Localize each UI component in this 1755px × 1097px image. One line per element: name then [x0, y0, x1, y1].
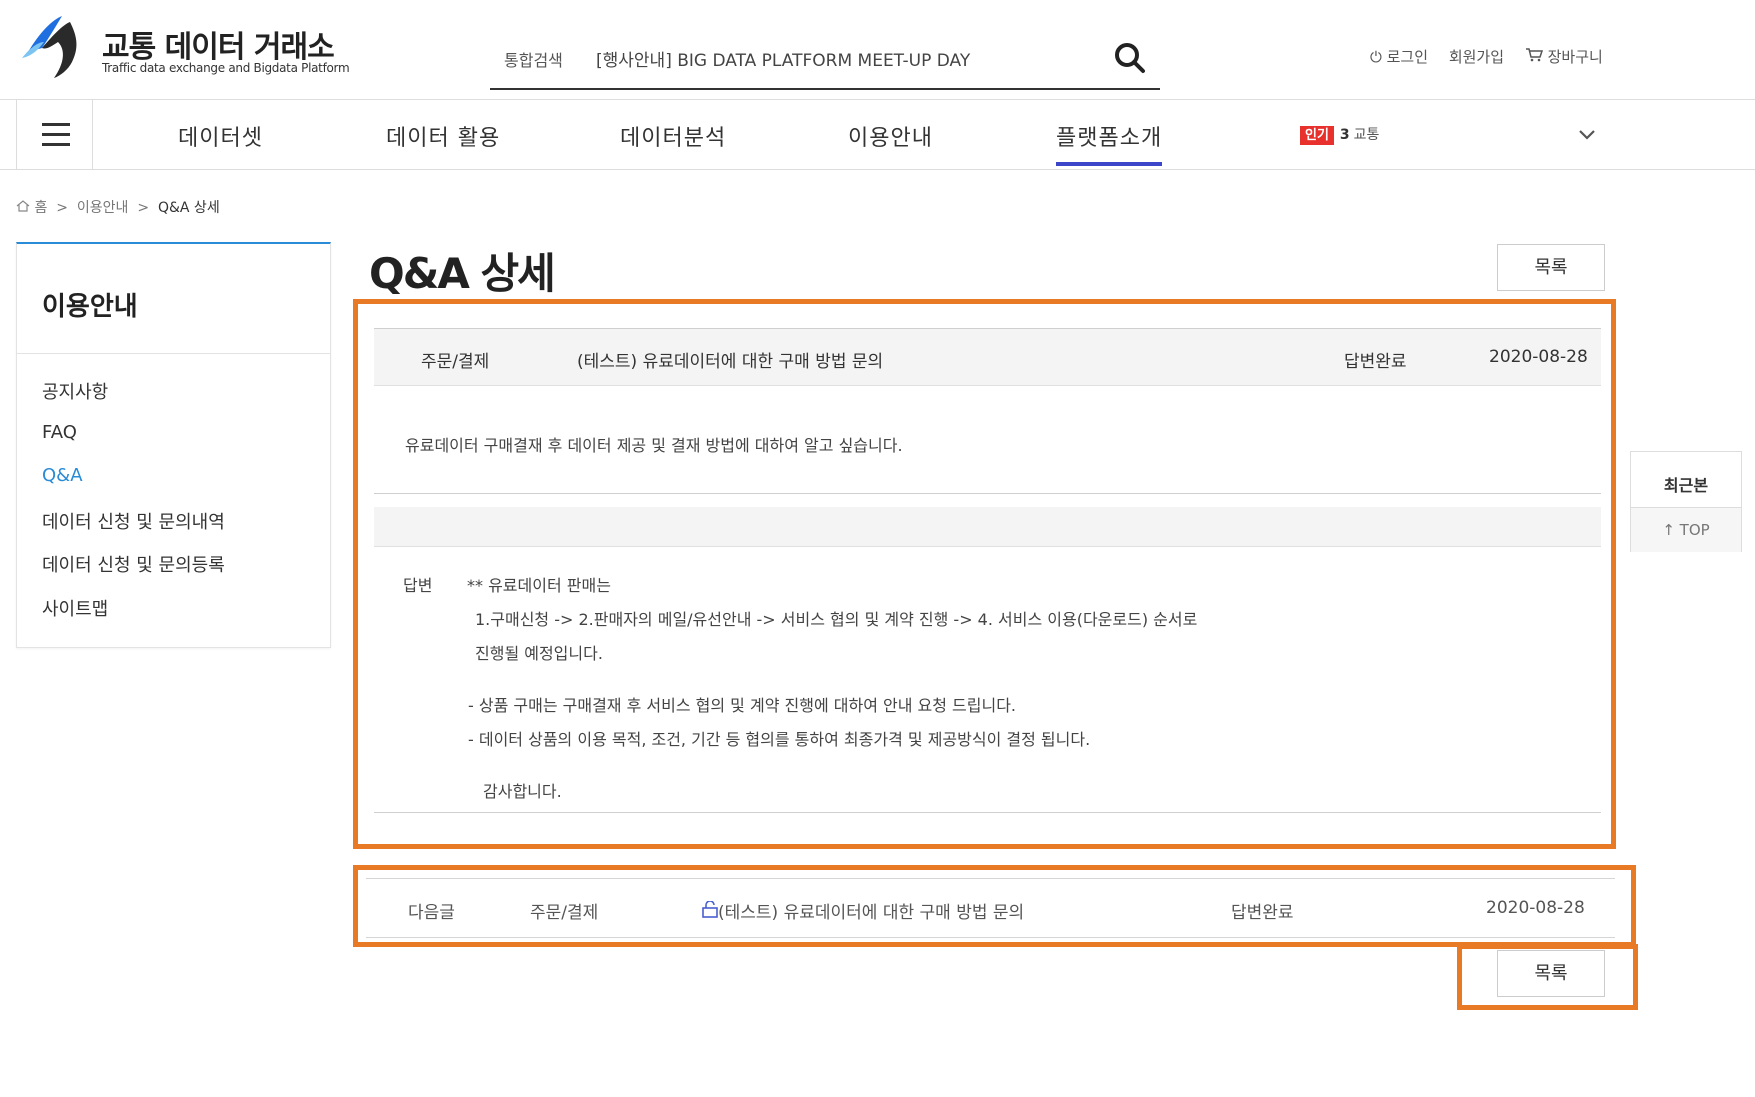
- sidebar-item-sitemap[interactable]: 사이트맵: [42, 595, 108, 621]
- answer-line: - 데이터 상품의 이용 목적, 조건, 기간 등 협의를 통하여 최종가격 및…: [468, 730, 1091, 749]
- top-label: TOP: [1679, 521, 1710, 539]
- search-icon: [1115, 43, 1145, 73]
- breadcrumb-separator-icon: >: [132, 200, 154, 216]
- cart-link[interactable]: 장바구니: [1525, 48, 1619, 66]
- popular-badge: 인기: [1300, 126, 1334, 145]
- breadcrumb-guide[interactable]: 이용안내: [77, 200, 129, 216]
- search-input[interactable]: [596, 40, 1076, 76]
- next-post-status: 답변완료: [1231, 903, 1294, 923]
- signup-link[interactable]: 회원가입: [1449, 48, 1504, 66]
- cart-label: 장바구니: [1547, 48, 1603, 66]
- qa-detail-panel: 주문/결제 (테스트) 유료데이터에 대한 구매 방법 문의 답변완료 2020…: [353, 299, 1616, 849]
- breadcrumb-home[interactable]: 홈: [34, 200, 47, 216]
- search-button[interactable]: [1110, 38, 1150, 78]
- nav-item-dataset[interactable]: 데이터셋: [178, 120, 263, 152]
- next-post-category: 주문/결제: [530, 903, 599, 923]
- answer-line: - 상품 구매는 구매결재 후 서비스 협의 및 계약 진행에 대하여 안내 요…: [468, 696, 1017, 715]
- scroll-top-button[interactable]: ↑ TOP: [1631, 507, 1741, 552]
- answer-line: 진행될 예정입니다.: [475, 644, 603, 663]
- page-title: Q&A 상세: [369, 249, 556, 298]
- cart-icon: [1525, 48, 1543, 62]
- hamburger-menu-button[interactable]: [16, 100, 93, 169]
- divider: [374, 493, 1601, 494]
- next-post-row[interactable]: 다음글 주문/결제 (테스트) 유료데이터에 대한 구매 방법 문의 답변완료 …: [366, 878, 1615, 938]
- sidebar-item-request-register[interactable]: 데이터 신청 및 문의등록: [42, 551, 225, 577]
- global-search: 통합검색: [490, 30, 1160, 90]
- next-post-title-wrap[interactable]: (테스트) 유료데이터에 대한 구매 방법 문의: [702, 898, 1024, 923]
- chevron-down-icon[interactable]: [1578, 128, 1596, 142]
- nav-item-guide[interactable]: 이용안내: [848, 120, 933, 152]
- nav-item-data-usage[interactable]: 데이터 활용: [386, 120, 500, 152]
- next-post-box: 다음글 주문/결제 (테스트) 유료데이터에 대한 구매 방법 문의 답변완료 …: [353, 865, 1636, 947]
- popular-keyword: 교통: [1353, 127, 1380, 143]
- breadcrumb: 홈 > 이용안내 > Q&A 상세: [16, 197, 220, 217]
- qa-category: 주문/결제: [421, 352, 490, 372]
- sidebar-title: 이용안내: [17, 244, 330, 354]
- sidebar-item-notice[interactable]: 공지사항: [42, 378, 108, 404]
- logo-subtitle: Traffic data exchange and Bigdata Platfo…: [102, 61, 350, 75]
- nav-item-data-analysis[interactable]: 데이터분석: [620, 120, 726, 152]
- answer-label: 답변: [403, 576, 433, 595]
- answer-line: 1.구매신청 -> 2.판매자의 메일/유선안내 -> 서비스 협의 및 계약 …: [475, 610, 1198, 629]
- next-post-title: (테스트) 유료데이터에 대한 구매 방법 문의: [718, 903, 1025, 923]
- list-button-top[interactable]: 목록: [1497, 244, 1605, 291]
- next-post-date: 2020-08-28: [1486, 898, 1585, 918]
- site-logo[interactable]: 교통 데이터 거래소 Traffic data exchange and Big…: [20, 12, 360, 82]
- qa-question-text: 유료데이터 구매결재 후 데이터 제공 및 결재 방법에 대하여 알고 싶습니다…: [405, 436, 903, 455]
- recently-viewed-button[interactable]: 최근본: [1631, 472, 1741, 496]
- sidebar-item-qna[interactable]: Q&A: [42, 465, 83, 486]
- site-header: 교통 데이터 거래소 Traffic data exchange and Big…: [0, 0, 1755, 100]
- nav-item-platform-intro[interactable]: 플랫폼소개: [1056, 120, 1163, 166]
- list-button-bottom[interactable]: 목록: [1497, 950, 1605, 997]
- popular-rank: 3: [1339, 127, 1350, 143]
- sidebar-item-request-history[interactable]: 데이터 신청 및 문의내역: [42, 508, 225, 534]
- arrow-up-icon: ↑: [1662, 521, 1675, 539]
- divider: [374, 812, 1601, 813]
- answer-closing: 감사합니다.: [483, 782, 562, 801]
- logo-icon: [22, 16, 77, 78]
- home-icon: [16, 200, 30, 212]
- qa-date: 2020-08-28: [1489, 347, 1588, 367]
- floating-quick-menu: 최근본 ↑ TOP: [1630, 451, 1742, 552]
- unlock-icon: [702, 900, 718, 918]
- search-label: 통합검색: [504, 51, 563, 70]
- breadcrumb-separator-icon: >: [51, 200, 73, 216]
- popular-keyword-ticker[interactable]: 인기 3 교통: [1300, 124, 1380, 145]
- logo-title: 교통 데이터 거래소: [102, 30, 335, 65]
- sidebar: 이용안내 공지사항 FAQ Q&A 데이터 신청 및 문의내역 데이터 신청 및…: [16, 242, 331, 648]
- qa-section-bar: [374, 507, 1601, 547]
- login-link[interactable]: ⏻ 로그인: [1370, 48, 1428, 66]
- qa-header-row: 주문/결제 (테스트) 유료데이터에 대한 구매 방법 문의 답변완료 2020…: [374, 328, 1601, 386]
- main-nav: 데이터셋 데이터 활용 데이터분석 이용안내 플랫폼소개 인기 3 교통: [0, 100, 1755, 170]
- sidebar-item-faq[interactable]: FAQ: [42, 422, 77, 443]
- breadcrumb-current: Q&A 상세: [157, 200, 220, 216]
- qa-title: (테스트) 유료데이터에 대한 구매 방법 문의: [577, 352, 884, 372]
- utility-links: ⏻ 로그인 회원가입 장바구니: [1370, 46, 1635, 67]
- qa-status: 답변완료: [1344, 352, 1407, 372]
- answer-line: ** 유료데이터 판매는: [467, 576, 611, 595]
- next-post-label: 다음글: [408, 903, 455, 923]
